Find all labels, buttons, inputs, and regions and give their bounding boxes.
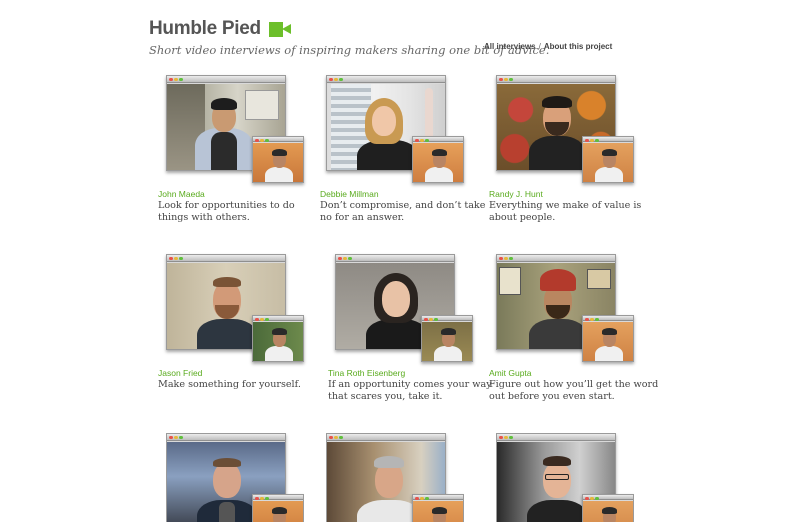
interview-thumbnail[interactable] xyxy=(326,75,464,185)
site-header: Humble Pied Short video interviews of in… xyxy=(149,18,609,57)
interview-thumbnail[interactable] xyxy=(326,433,464,522)
nav-separator: / xyxy=(538,42,541,51)
pip-video-window xyxy=(252,136,304,183)
quote-line-1: Make something for yourself. xyxy=(158,379,301,390)
pip-video-window xyxy=(412,494,464,522)
all-interviews-link[interactable]: All interviews xyxy=(484,42,536,51)
quote-line-1: Everything we make of value is xyxy=(489,200,642,211)
interview-quote[interactable]: Everything we make of value is about peo… xyxy=(489,200,659,224)
interview-thumbnail[interactable] xyxy=(335,254,473,364)
quote-line-1: Look for opportunities to do xyxy=(158,200,295,211)
quote-line-1: Figure out how you’ll get the word xyxy=(489,379,659,390)
interviewee-name[interactable]: John Maeda xyxy=(158,189,205,199)
pip-video-window xyxy=(252,494,304,522)
interview-quote[interactable]: If an opportunity comes your way that sc… xyxy=(328,379,498,403)
interviewee-name[interactable]: Amit Gupta xyxy=(489,368,532,378)
quote-line-2: about people. xyxy=(489,212,556,223)
quote-line-2: out before you even start. xyxy=(489,391,615,402)
quote-line-1: Don’t compromise, and don’t take xyxy=(320,200,486,211)
interview-quote[interactable]: Don’t compromise, and don’t take no for … xyxy=(320,200,490,224)
interview-thumbnail[interactable] xyxy=(496,75,634,185)
quote-line-2: things with others. xyxy=(158,212,250,223)
quote-line-2: that scares you, take it. xyxy=(328,391,443,402)
interview-thumbnail[interactable] xyxy=(496,254,634,364)
pip-video-window xyxy=(421,315,473,362)
interview-thumbnail[interactable] xyxy=(496,433,634,522)
pip-video-window xyxy=(582,136,634,183)
brand[interactable]: Humble Pied xyxy=(149,18,609,40)
quote-line-1: If an opportunity comes your way xyxy=(328,379,492,390)
interview-quote[interactable]: Make something for yourself. xyxy=(158,379,328,391)
about-project-link[interactable]: About this project xyxy=(544,42,612,51)
interview-thumbnail[interactable] xyxy=(166,254,304,364)
quote-line-2: no for an answer. xyxy=(320,212,405,223)
interviewee-name[interactable]: Randy J. Hunt xyxy=(489,189,543,199)
interviewee-name[interactable]: Tina Roth Eisenberg xyxy=(328,368,405,378)
interviewee-name[interactable]: Jason Fried xyxy=(158,368,202,378)
pip-video-window xyxy=(582,494,634,522)
site-title[interactable]: Humble Pied xyxy=(149,18,261,40)
pip-video-window xyxy=(412,136,464,183)
interviewee-name[interactable]: Debbie Millman xyxy=(320,189,379,199)
interview-quote[interactable]: Figure out how you’ll get the word out b… xyxy=(489,379,659,403)
interview-thumbnail[interactable] xyxy=(166,75,304,185)
top-nav: All interviews / About this project xyxy=(484,42,612,51)
pip-video-window xyxy=(252,315,304,362)
interview-quote[interactable]: Look for opportunities to do things with… xyxy=(158,200,328,224)
pip-video-window xyxy=(582,315,634,362)
video-camera-icon xyxy=(268,21,291,37)
interview-thumbnail[interactable] xyxy=(166,433,304,522)
